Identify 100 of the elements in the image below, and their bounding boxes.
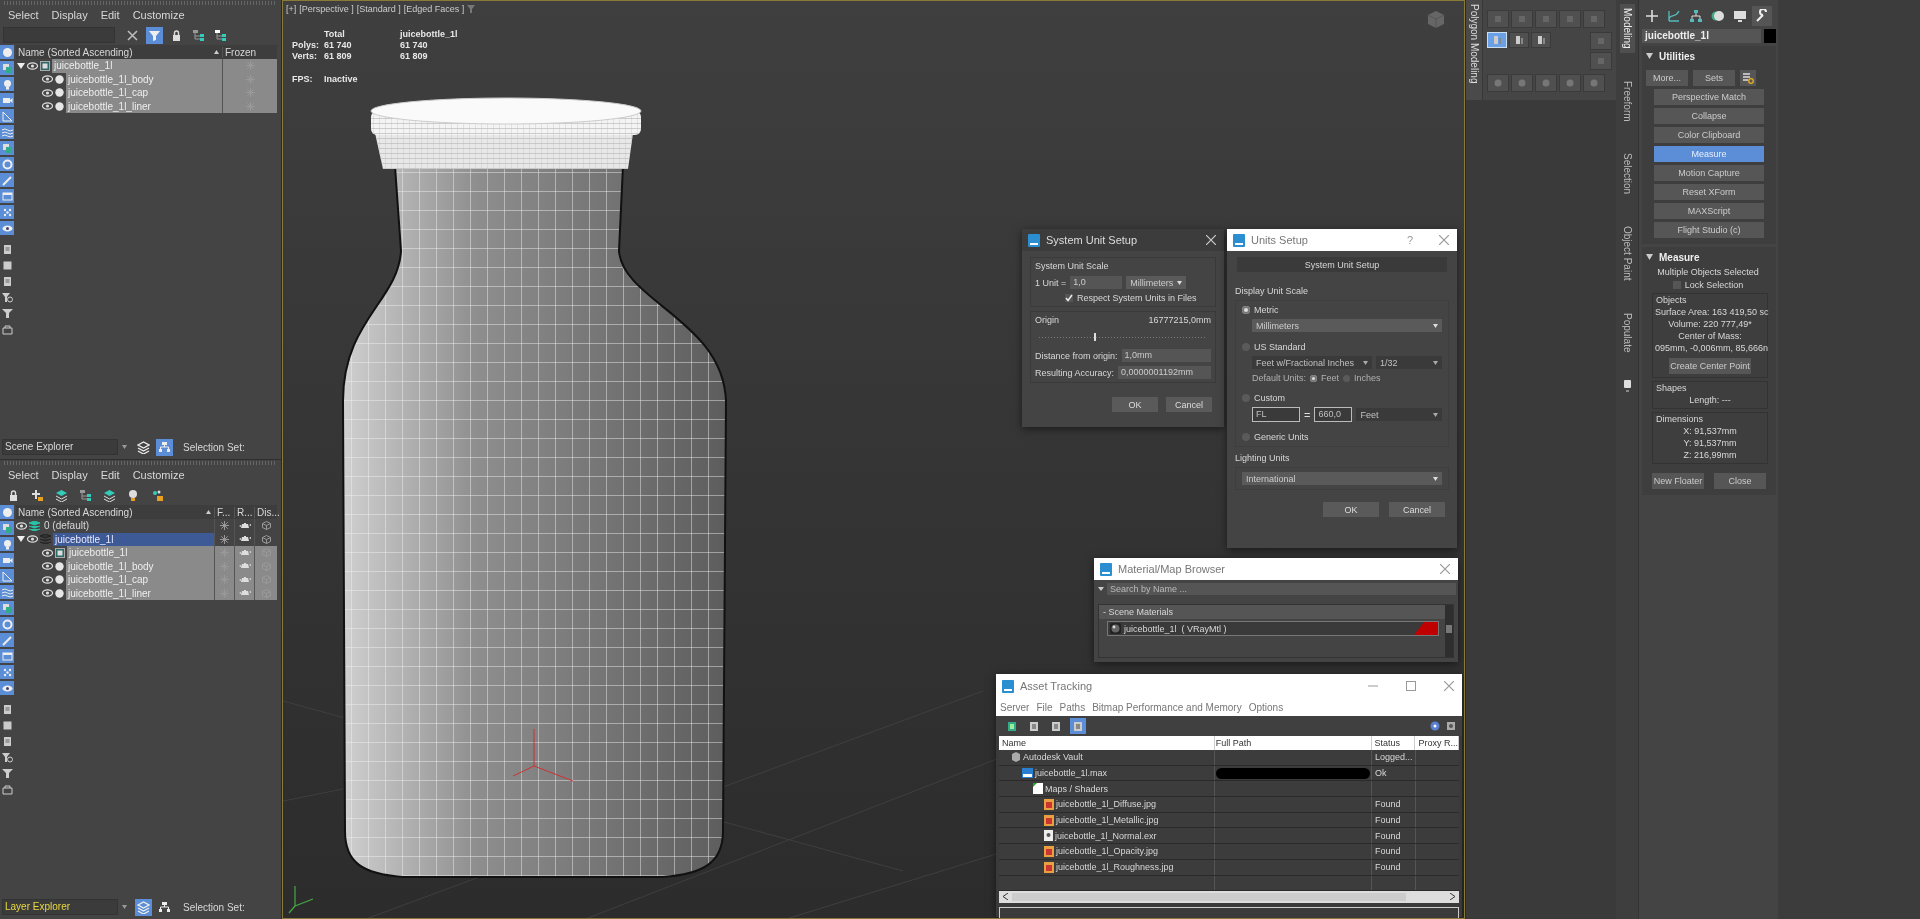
- menu-item[interactable]: Display: [51, 469, 88, 481]
- utilities-tab[interactable]: [1752, 6, 1772, 26]
- utility-button[interactable]: Perspective Match: [1654, 89, 1764, 105]
- configure-button[interactable]: [1740, 70, 1756, 86]
- category-filter-button[interactable]: [0, 125, 14, 139]
- explorer-dropdown[interactable]: Scene Explorer: [2, 439, 118, 455]
- category-filter-button[interactable]: [0, 322, 14, 336]
- eye-icon[interactable]: [16, 521, 27, 530]
- menu-item[interactable]: Options: [1248, 701, 1284, 713]
- asset-name[interactable]: juicebottle_1l_Metallic.jpg: [1056, 815, 1159, 826]
- category-filter-button[interactable]: [0, 617, 14, 631]
- menu-item[interactable]: Customize: [132, 9, 185, 21]
- category-filter-button[interactable]: [0, 205, 14, 219]
- view-cube-icon[interactable]: [1427, 11, 1445, 29]
- expand-toggle-icon[interactable]: [17, 535, 25, 544]
- asset-name[interactable]: juicebottle_1l_Roughness.jpg: [1056, 862, 1174, 873]
- unit-dropdown[interactable]: Millimeters: [1126, 276, 1187, 289]
- layers-icon[interactable]: [103, 488, 116, 502]
- filter-button[interactable]: [146, 26, 163, 44]
- cube-icon[interactable]: [261, 534, 271, 544]
- cancel-button[interactable]: Cancel: [1166, 397, 1212, 412]
- ribbon-tab[interactable]: Freeform: [1619, 76, 1635, 126]
- utility-button[interactable]: Collapse: [1654, 108, 1764, 124]
- ribbon-tab[interactable]: Modeling: [1619, 4, 1635, 53]
- unit-field[interactable]: 1,0: [1070, 276, 1123, 289]
- asset-name[interactable]: juicebottle_1l_Normal.exr: [1055, 830, 1157, 841]
- eye-icon[interactable]: [42, 548, 53, 557]
- create-center-point-button[interactable]: Create Center Point: [1669, 358, 1751, 374]
- menu-item[interactable]: Select: [8, 469, 39, 481]
- eye-icon[interactable]: [27, 535, 38, 544]
- layers-icon[interactable]: [55, 488, 68, 502]
- teapot-icon[interactable]: [238, 521, 251, 530]
- collapse-arrow-icon[interactable]: [1646, 53, 1653, 59]
- category-filter-button[interactable]: [0, 782, 14, 796]
- hierarchy-mode-button[interactable]: [156, 438, 173, 456]
- cube-icon[interactable]: [261, 521, 271, 531]
- checkbox-label[interactable]: Respect System Units in Files: [1077, 293, 1197, 303]
- ribbon-tab[interactable]: Object Paint: [1619, 222, 1635, 285]
- category-filter-button[interactable]: [0, 306, 14, 320]
- snowflake-icon[interactable]: [220, 521, 229, 531]
- category-filter-button[interactable]: [0, 109, 14, 123]
- distance-field[interactable]: 1,0mm: [1121, 349, 1211, 362]
- section-header[interactable]: - Scene Materials: [1099, 605, 1445, 619]
- new-floater-button[interactable]: New Floater: [1652, 473, 1704, 489]
- column-header[interactable]: Full Path: [1214, 736, 1372, 750]
- menu-item[interactable]: Server: [1000, 701, 1030, 713]
- object-name-field[interactable]: juicebottle_1l: [1642, 29, 1761, 43]
- category-filter-button[interactable]: [0, 173, 14, 187]
- viewport-label[interactable]: [Perspective ]: [299, 4, 354, 14]
- column-header[interactable]: Name: [999, 736, 1215, 750]
- eye-icon[interactable]: [42, 562, 53, 571]
- viewport-label[interactable]: [Edged Faces ]: [403, 4, 465, 14]
- column-header[interactable]: Name (Sorted Ascending): [16, 46, 214, 58]
- category-filter-button[interactable]: [0, 77, 14, 91]
- category-filter-button[interactable]: [0, 221, 14, 235]
- utility-button[interactable]: Color Clipboard: [1654, 127, 1764, 143]
- tool-button[interactable]: [1509, 32, 1529, 48]
- category-filter-button[interactable]: [0, 290, 14, 304]
- ribbon-tab[interactable]: Selection: [1619, 149, 1635, 199]
- maximize-icon[interactable]: [1406, 681, 1416, 691]
- category-filter-button[interactable]: [0, 93, 14, 107]
- cancel-button[interactable]: Cancel: [1389, 502, 1445, 517]
- lighting-units-dropdown[interactable]: International: [1242, 472, 1442, 485]
- more-button[interactable]: More...: [1646, 70, 1688, 86]
- column-header[interactable]: Status: [1371, 736, 1416, 750]
- asset-name[interactable]: juicebottle_1l_Opacity.jpg: [1056, 846, 1158, 857]
- viewport-label[interactable]: [Standard ]: [356, 4, 401, 14]
- category-filter-button[interactable]: [0, 750, 14, 764]
- asset-name[interactable]: Maps / Shaders: [1045, 783, 1109, 794]
- category-filter-button[interactable]: [0, 569, 14, 583]
- tool-button[interactable]: [1531, 32, 1551, 48]
- layers-mode-button[interactable]: [135, 438, 152, 456]
- close-button[interactable]: Close: [1714, 473, 1766, 489]
- transform-gizmo-icon[interactable]: [512, 728, 574, 782]
- layers-mode-button[interactable]: [135, 898, 152, 916]
- add-objects-icon[interactable]: [151, 488, 164, 502]
- utility-button[interactable]: Flight Studio (c): [1654, 222, 1764, 238]
- hierarchy-icon[interactable]: [79, 488, 92, 502]
- asset-name[interactable]: juicebottle_1l_Diffuse.jpg: [1056, 799, 1156, 810]
- help-icon[interactable]: [1430, 721, 1440, 731]
- table-button[interactable]: [1070, 718, 1086, 734]
- tree-item[interactable]: 0 (default): [42, 519, 214, 533]
- ok-button[interactable]: OK: [1323, 502, 1379, 517]
- menu-item[interactable]: Bitmap Performance and Memory: [1092, 701, 1242, 713]
- menu-item[interactable]: Customize: [132, 469, 185, 481]
- menu-item[interactable]: File: [1036, 701, 1053, 713]
- category-filter-button[interactable]: [0, 585, 14, 599]
- object-color-swatch[interactable]: [1764, 29, 1776, 43]
- menu-item[interactable]: Paths: [1059, 701, 1086, 713]
- explorer-dropdown[interactable]: Layer Explorer: [2, 899, 118, 915]
- close-icon[interactable]: [1206, 235, 1216, 245]
- arrow-right-icon[interactable]: [1450, 893, 1455, 900]
- accuracy-field[interactable]: 0,0000001192mm: [1118, 366, 1211, 379]
- category-filter-button[interactable]: [0, 665, 14, 679]
- eye-icon[interactable]: [42, 589, 53, 598]
- arrow-left-icon[interactable]: [1003, 893, 1008, 900]
- lock-icon[interactable]: [7, 488, 20, 502]
- collapse-arrow-icon[interactable]: [1646, 254, 1653, 260]
- category-filter-button[interactable]: [0, 766, 14, 780]
- category-filter-button[interactable]: [0, 189, 14, 203]
